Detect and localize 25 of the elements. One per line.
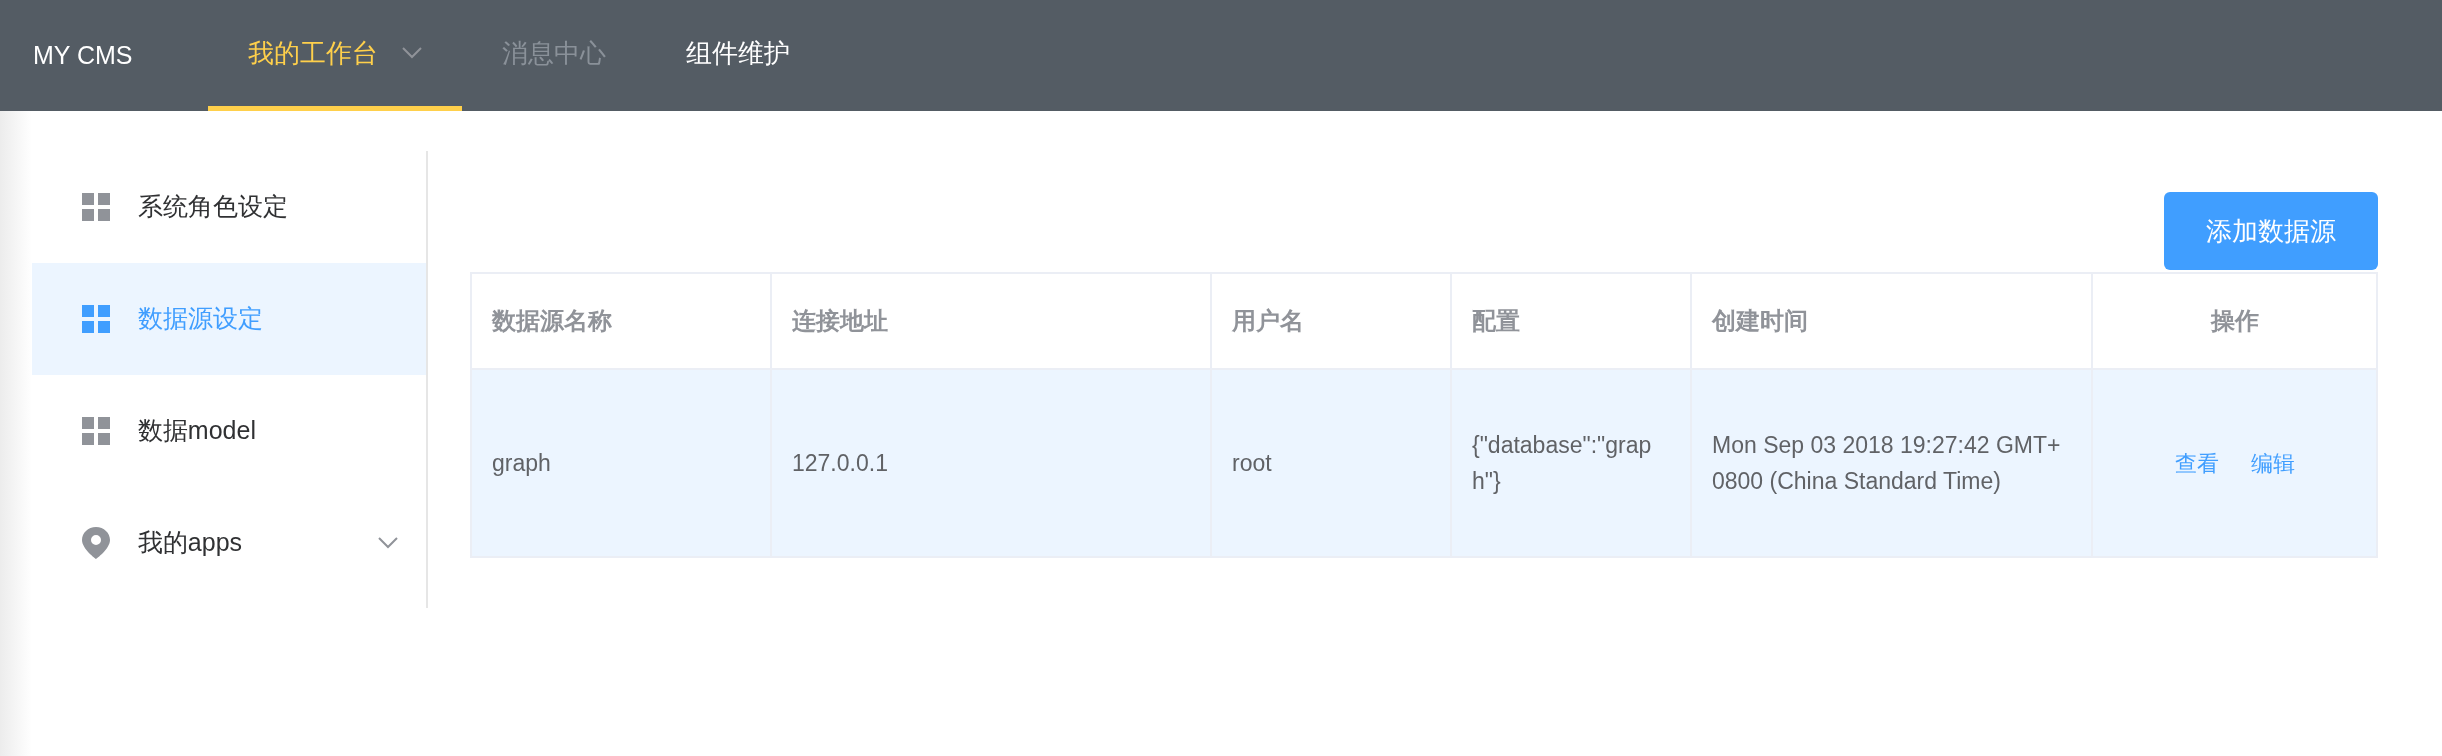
nav-tab[interactable]: 我的工作台 [207, 0, 462, 111]
action-link[interactable]: 编辑 [2250, 450, 2295, 476]
grid-icon [81, 417, 110, 445]
chevron-down-icon [401, 47, 422, 59]
grid-icon [81, 305, 110, 333]
nav-tab[interactable]: 组件维护 [645, 0, 830, 111]
column-header: 连接地址 [771, 273, 1211, 369]
sidebar-item[interactable]: 数据model [31, 375, 426, 487]
action-link[interactable]: 查看 [2174, 450, 2219, 476]
table-cell: {"database":"graph"} [1472, 432, 1652, 494]
table-cell: root [1232, 450, 1272, 476]
add-datasource-button[interactable]: 添加数据源 [2164, 192, 2378, 270]
sidebar-item[interactable]: 数据源设定 [31, 263, 426, 375]
table-row[interactable]: graph 127.0.0.1 root {"database":"graph"} Mon Sep 03 2018 19:27:42 GMT+0800 (China Standard Time) 查看 编辑 [471, 369, 2377, 557]
location-pin-icon [81, 527, 110, 559]
grid-icon [81, 193, 110, 221]
table-cell: graph [492, 450, 551, 476]
sidebar-item[interactable]: 我的apps [31, 487, 426, 599]
column-header: 数据源名称 [471, 273, 771, 369]
sidebar-item[interactable]: 系统角色设定 [31, 151, 426, 263]
brand-title: MY CMS [33, 39, 133, 71]
column-header: 创建时间 [1691, 273, 2092, 369]
table-cell: 127.0.0.1 [792, 450, 888, 476]
chevron-icon [378, 537, 398, 549]
table-cell: Mon Sep 03 2018 19:27:42 GMT+0800 (China Standard Time) [1712, 432, 2061, 494]
